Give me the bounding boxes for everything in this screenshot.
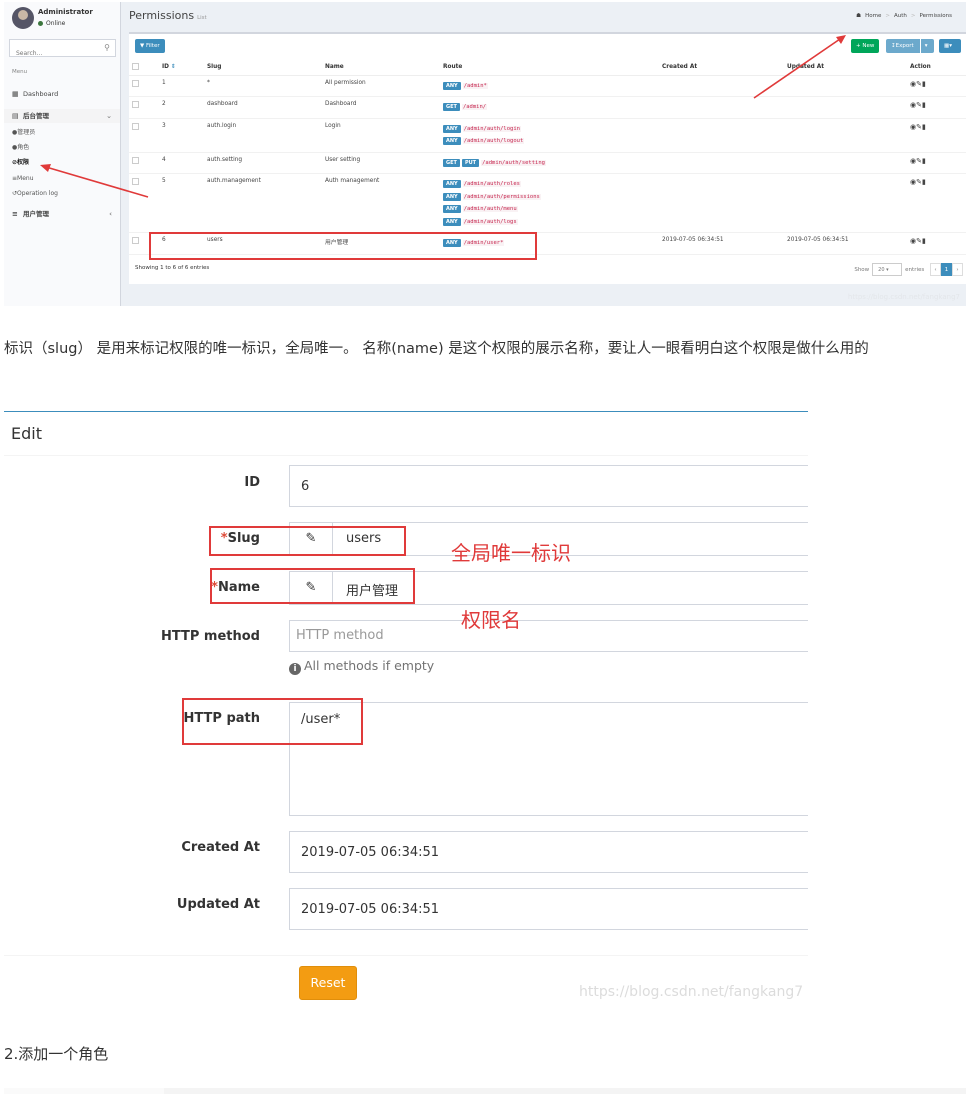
arrow-to-permissions [40, 164, 149, 198]
section-heading: 2.添加一个角色 [4, 1045, 109, 1063]
id-field[interactable]: 6 [289, 465, 808, 507]
http-method-label: HTTP method [160, 629, 260, 644]
created-at-value: 2019-07-05 06:34:51 [301, 845, 440, 860]
admin-screenshot: Administrator Online ⚲ Menu ▦Dashboard ▤… [4, 2, 966, 306]
created-at-label: Created At [181, 840, 260, 855]
edit-form: Edit ID 6 *Slug ✎ users *Name ✎ 用户管理 HTTP … [4, 411, 808, 1009]
slug-annotation: 全局唯一标识 [451, 541, 571, 565]
updated-at-value: 2019-07-05 06:34:51 [301, 902, 440, 917]
http-method-select[interactable]: HTTP method [289, 620, 808, 652]
divider [4, 455, 808, 456]
reset-button[interactable]: Reset [299, 966, 357, 1000]
id-label: ID [244, 475, 260, 490]
edit-title: Edit [11, 424, 42, 443]
updated-at-label: Updated At [176, 897, 260, 912]
arrow-to-new-button [753, 35, 846, 99]
highlight-http-path [182, 698, 363, 745]
http-path-textarea[interactable]: /user* [289, 702, 808, 816]
http-method-placeholder: HTTP method [296, 628, 384, 643]
id-value: 6 [301, 479, 310, 494]
divider [4, 955, 808, 956]
info-icon: i [289, 663, 301, 675]
updated-at-field[interactable]: 2019-07-05 06:34:51 [289, 888, 808, 930]
highlight-slug [209, 526, 406, 556]
annotation-arrows [40, 35, 846, 198]
next-screenshot-edge [4, 1088, 966, 1094]
created-at-field[interactable]: 2019-07-05 06:34:51 [289, 831, 808, 873]
highlight-name [210, 568, 415, 604]
description-paragraph: 标识（slug） 是用来标记权限的唯一标识，全局唯一。 名称(name) 是这个… [4, 341, 869, 357]
watermark: https://blog.csdn.net/fangkang7 [579, 984, 804, 1000]
help-text: All methods if empty [304, 658, 435, 673]
name-annotation: 权限名 [461, 608, 521, 632]
http-method-help: i All methods if empty [289, 658, 434, 675]
